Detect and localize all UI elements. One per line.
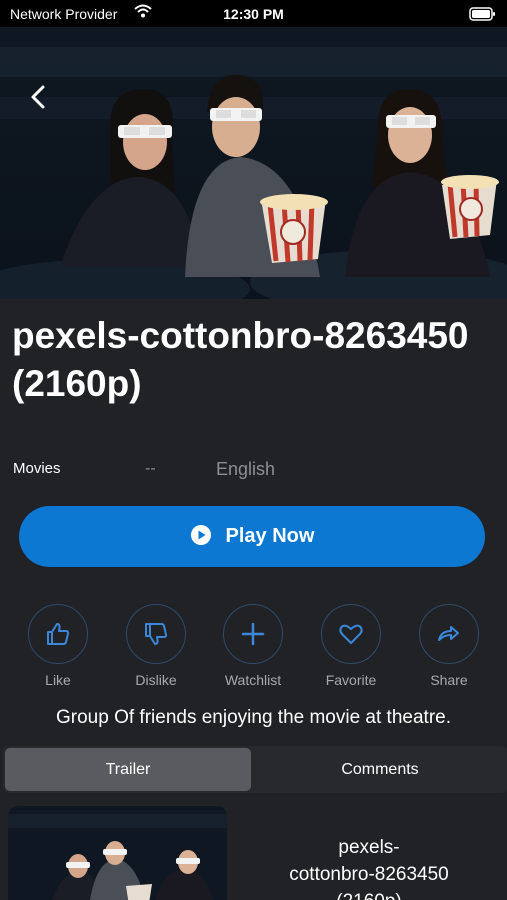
tab-bar: Trailer Comments [3,746,507,793]
tab-trailer[interactable]: Trailer [5,748,251,791]
tab-comments[interactable]: Comments [255,748,505,791]
plus-icon [241,622,265,646]
battery-icon [469,7,497,24]
play-icon [190,524,212,549]
trailer-title: pexels- cottonbro-8263450 (2160p) [244,834,494,900]
trailer-title-line: pexels- [338,837,400,858]
play-now-button[interactable]: Play Now [19,506,485,567]
share-button[interactable]: Share [404,604,494,688]
thumbs-up-icon [47,623,70,645]
watchlist-label: Watchlist [224,672,282,688]
action-row: Like Dislike Watchlist Favorite Share [0,604,507,694]
trailer-card[interactable]: pexels- cottonbro-8263450 (2160p) [8,806,507,900]
status-bar: Network Provider 12:30 PM [0,0,507,27]
share-icon [438,626,459,641]
favorite-label: Favorite [325,672,377,688]
heart-icon [339,624,363,644]
dislike-label: Dislike [135,672,177,688]
thumbs-down-icon [145,623,168,645]
like-label: Like [45,672,71,688]
movie-description: Group Of friends enjoying the movie at t… [56,707,451,728]
share-label: Share [430,672,468,688]
movie-title: pexels-cottonbro-8263450 (2160p) [12,315,469,404]
clock: 12:30 PM [223,6,284,22]
watchlist-button[interactable]: Watchlist [208,604,298,688]
like-button[interactable]: Like [13,604,103,688]
back-button[interactable] [22,80,56,114]
favorite-button[interactable]: Favorite [306,604,396,688]
play-now-label: Play Now [225,525,315,547]
chevron-left-icon [31,85,45,109]
movie-genre: Movies [13,460,61,477]
dislike-button[interactable]: Dislike [111,604,201,688]
trailer-title-line: (2160p) [244,888,494,900]
movie-poster [0,27,507,299]
trailer-thumbnail[interactable] [8,806,227,900]
movie-rating: -- [145,460,156,477]
trailer-title-line: cottonbro-8263450 [289,864,449,885]
movie-language: English [216,459,276,479]
